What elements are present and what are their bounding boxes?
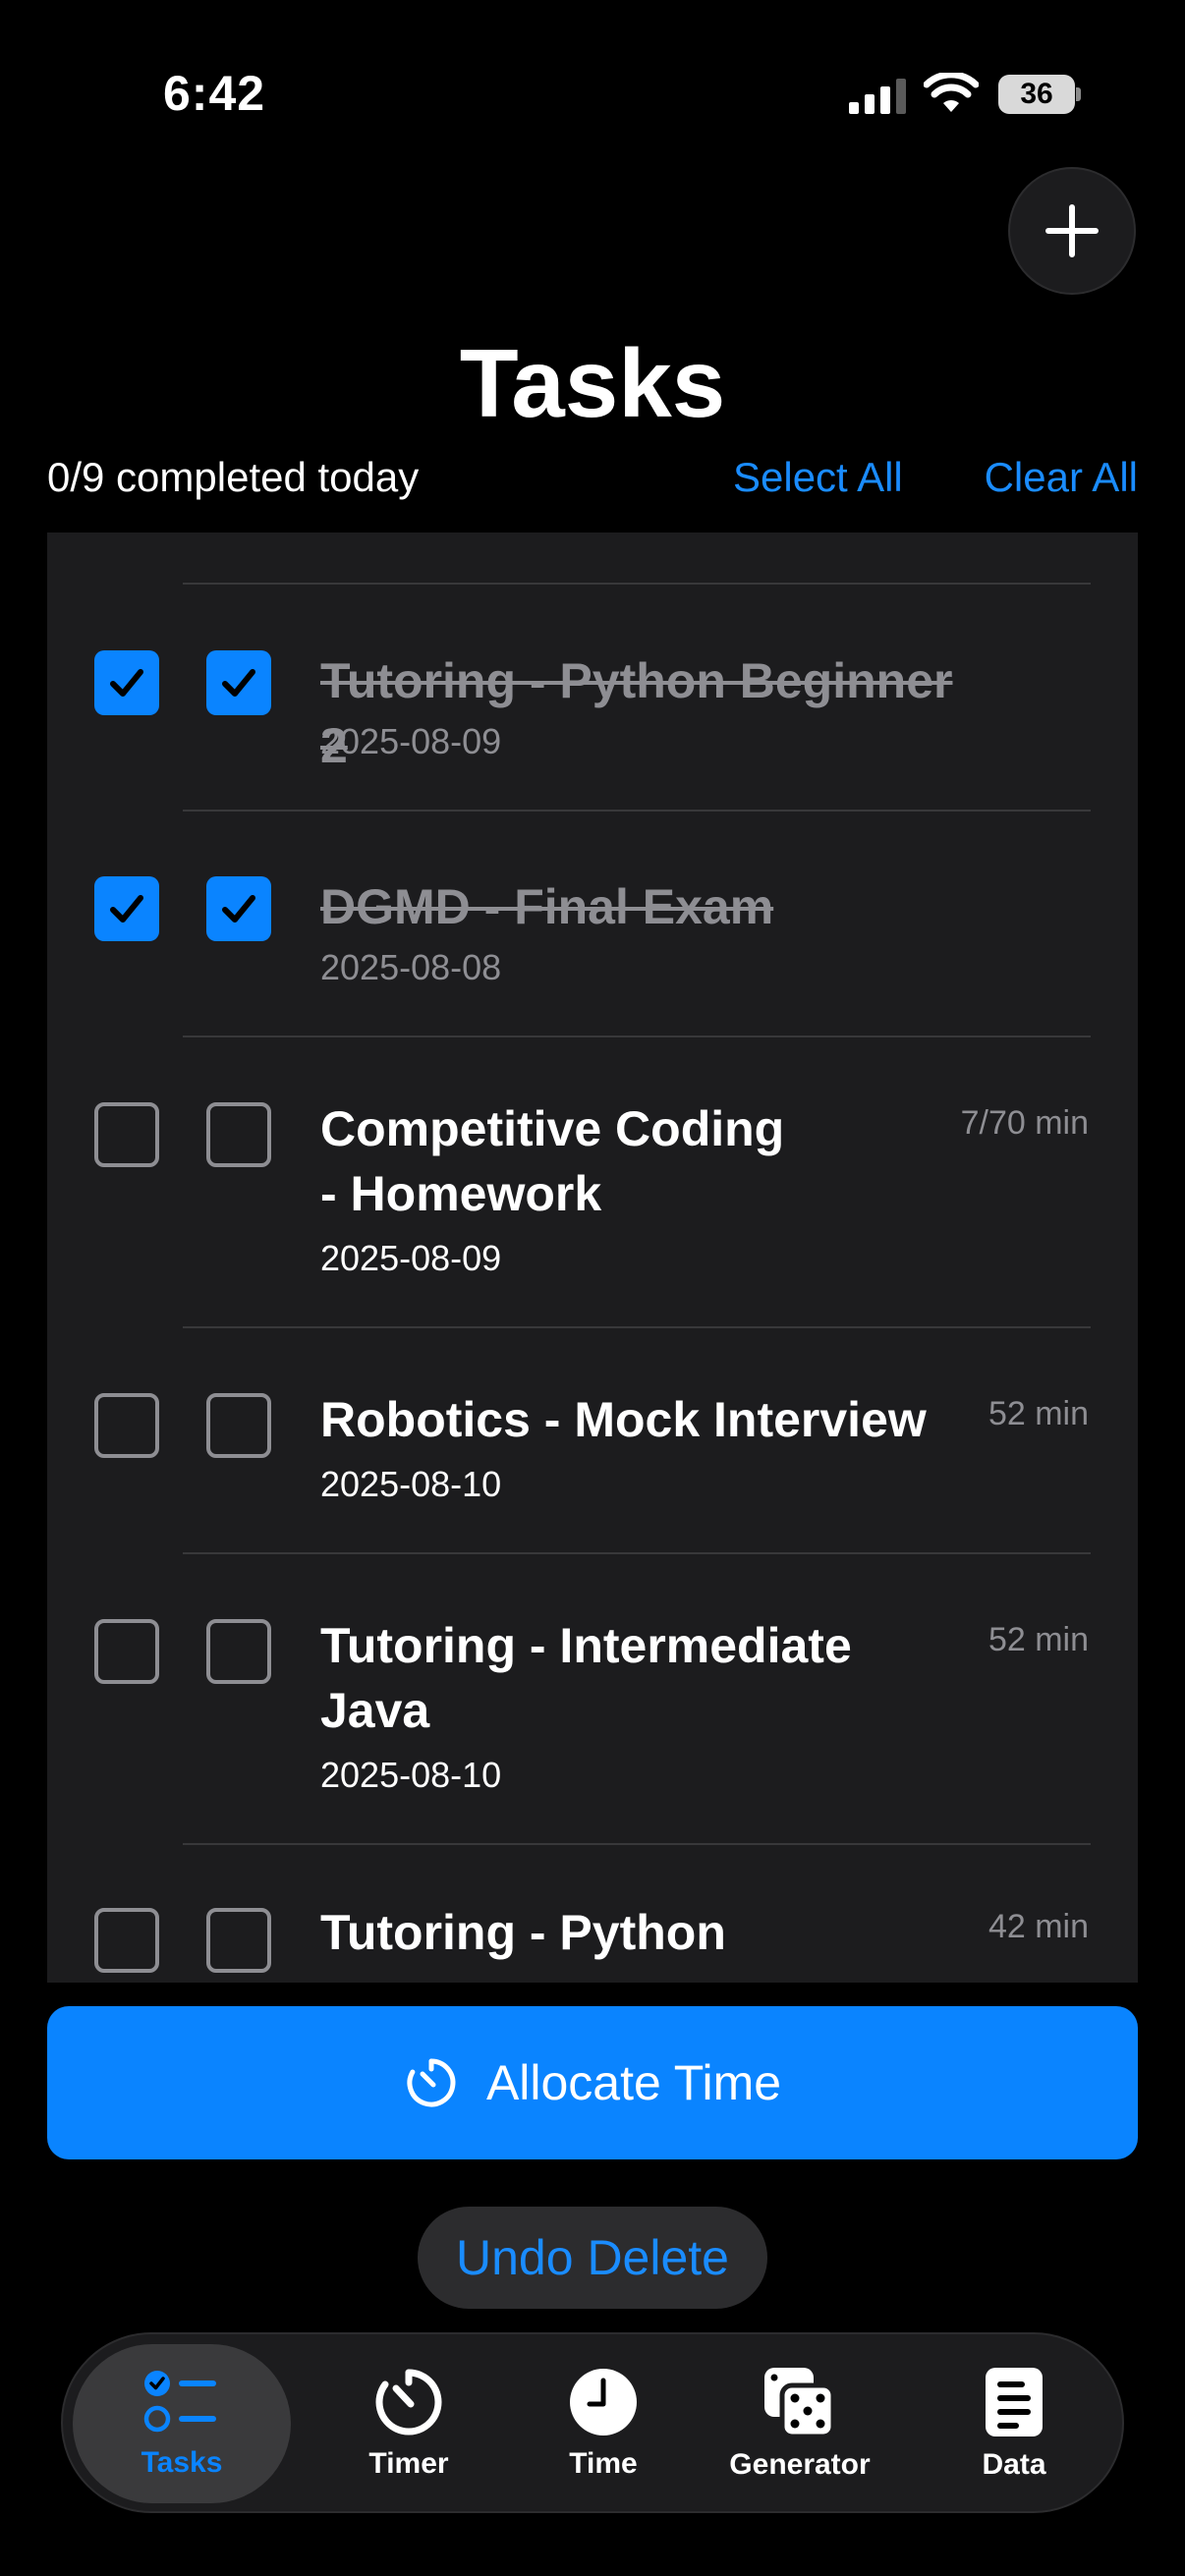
select-checkbox[interactable]	[94, 1102, 159, 1167]
select-checkbox[interactable]	[94, 1619, 159, 1684]
wifi-icon	[924, 73, 979, 112]
task-title-line: Competitive Coding	[320, 1101, 785, 1156]
complete-checkbox[interactable]	[206, 650, 271, 715]
task-row[interactable]: Tutoring - Intermediate Java 2025-08-10 …	[47, 1554, 1138, 1843]
task-row[interactable]: Robotics - Mock Interview 2025-08-10 52 …	[47, 1328, 1138, 1552]
select-checkbox[interactable]	[94, 1908, 159, 1973]
select-checkbox[interactable]	[94, 1393, 159, 1458]
cellular-signal-icon	[849, 79, 906, 114]
add-task-button[interactable]	[1008, 167, 1136, 295]
tab-label: Timer	[368, 2447, 449, 2480]
clock-icon	[570, 2369, 637, 2436]
complete-checkbox[interactable]	[206, 876, 271, 941]
timer-icon	[375, 2369, 442, 2436]
undo-delete-button[interactable]: Undo Delete	[418, 2207, 767, 2309]
complete-checkbox[interactable]	[206, 1619, 271, 1684]
tasks-icon	[143, 2371, 216, 2433]
task-title: Tutoring - Intermediate Java	[320, 1613, 988, 1743]
task-title-line: Java	[320, 1683, 430, 1738]
tab-time[interactable]: Time	[535, 2344, 672, 2503]
battery-icon: 36	[998, 75, 1081, 114]
task-duration: 52 min	[988, 1395, 1089, 1432]
select-checkbox[interactable]	[94, 876, 159, 941]
status-time: 6:42	[163, 66, 266, 121]
task-title-line: Tutoring - Intermediate	[320, 1618, 852, 1673]
tab-data[interactable]: Data	[945, 2344, 1083, 2503]
checkmark-icon	[222, 669, 255, 697]
task-row[interactable]: DGMD - Final Exam 2025-08-08	[47, 812, 1138, 1036]
task-duration: 52 min	[988, 1621, 1089, 1658]
tab-tasks[interactable]: Tasks	[73, 2344, 291, 2503]
task-title: Competitive Coding - Homework	[320, 1096, 988, 1226]
allocate-time-button[interactable]: Allocate Time	[47, 2006, 1138, 2159]
task-date: 2025-08-09	[320, 721, 502, 761]
tab-timer[interactable]: Timer	[340, 2344, 478, 2503]
task-list[interactable]: Tutoring - Python Beginner 2 2025-08-09 …	[47, 532, 1138, 1983]
tasks-screen: 6:42 36 Tasks 0/9 completed today Select…	[0, 0, 1185, 2576]
task-row[interactable]: Tutoring - Python 42 min	[47, 1845, 1138, 1983]
complete-checkbox[interactable]	[206, 1102, 271, 1167]
plus-icon	[1045, 204, 1099, 257]
timer-icon	[407, 2058, 456, 2107]
task-date: 2025-08-10	[320, 1755, 502, 1795]
tab-label: Data	[982, 2448, 1046, 2481]
select-all-button[interactable]: Select All	[733, 454, 903, 501]
task-title-line: - Homework	[320, 1166, 602, 1221]
tab-generator[interactable]: Generator	[702, 2344, 898, 2503]
task-date: 2025-08-08	[320, 947, 502, 987]
task-duration: 7/70 min	[960, 1104, 1089, 1142]
completion-summary: 0/9 completed today	[47, 454, 420, 500]
complete-checkbox[interactable]	[206, 1393, 271, 1458]
checkmark-icon	[110, 669, 143, 697]
task-duration: 42 min	[988, 1908, 1089, 1945]
tab-label: Tasks	[141, 2446, 223, 2479]
battery-level: 36	[1020, 78, 1053, 110]
tab-label: Generator	[729, 2448, 871, 2481]
allocate-time-label: Allocate Time	[485, 2055, 782, 2110]
task-title: DGMD - Final Exam	[320, 879, 774, 934]
dice-icon	[764, 2368, 836, 2438]
task-title: Robotics - Mock Interview	[320, 1392, 927, 1447]
complete-checkbox[interactable]	[206, 1908, 271, 1973]
task-date: 2025-08-09	[320, 1238, 502, 1278]
tab-bar: Tasks Timer Time Generator Data	[61, 2332, 1124, 2513]
task-row[interactable]: Tutoring - Python Beginner 2 2025-08-09	[47, 584, 1138, 810]
checkmark-icon	[110, 895, 143, 923]
clear-all-button[interactable]: Clear All	[985, 454, 1138, 501]
tab-label: Time	[569, 2447, 638, 2480]
select-checkbox[interactable]	[94, 650, 159, 715]
task-title: Tutoring - Python	[320, 1905, 726, 1960]
document-icon	[986, 2368, 1043, 2436]
task-row[interactable]: Competitive Coding - Homework 2025-08-09…	[47, 1037, 1138, 1326]
checkmark-icon	[222, 895, 255, 923]
task-date: 2025-08-10	[320, 1464, 502, 1504]
page-title: Tasks	[459, 329, 726, 437]
